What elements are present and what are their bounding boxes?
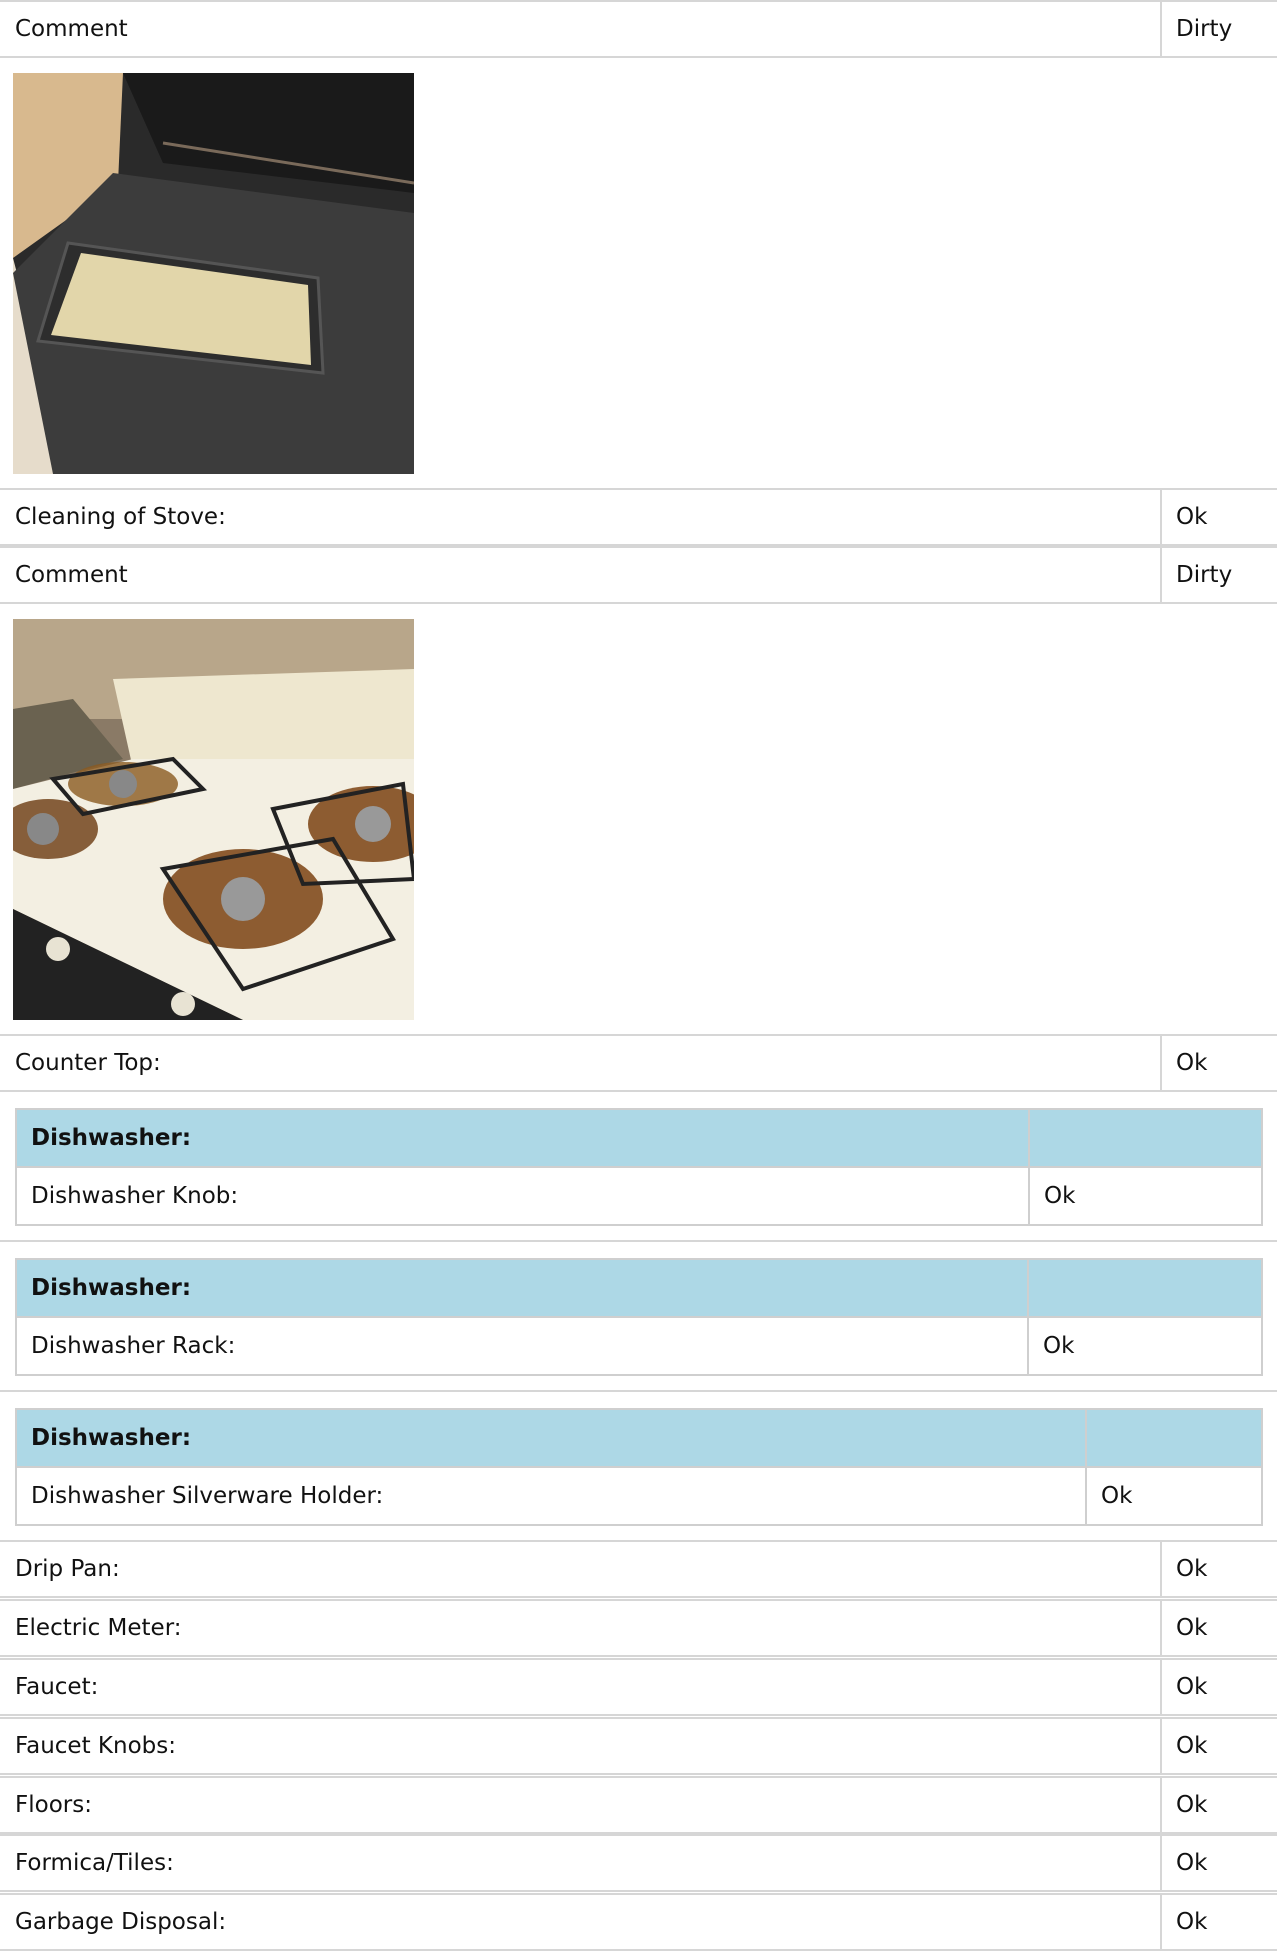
comment-row: Comment Dirty (0, 0, 1277, 58)
dishwasher-section: Dishwasher: Dishwasher Silverware Holder… (0, 1390, 1277, 1542)
row-label: Cleaning of Stove: (15, 504, 226, 530)
row-value: Ok (1028, 1168, 1261, 1224)
header-title: Dishwasher: (31, 1275, 192, 1301)
row-label: Formica/Tiles: (15, 1850, 174, 1876)
faucet-knobs-row: Faucet Knobs: Ok (0, 1717, 1277, 1775)
row-label: Dishwasher Knob: (31, 1183, 239, 1209)
dishwasher-header: Dishwasher: (17, 1410, 1261, 1468)
row-value: Ok (1027, 1318, 1261, 1374)
stove-top-photo[interactable] (13, 619, 414, 1020)
dishwasher-silverware-holder-row: Dishwasher Silverware Holder: Ok (17, 1468, 1261, 1524)
row-label: Comment (15, 16, 128, 42)
dishwasher-rack-row: Dishwasher Rack: Ok (17, 1318, 1261, 1374)
dishwasher-header: Dishwasher: (17, 1110, 1261, 1168)
row-value: Ok (1160, 490, 1277, 544)
oven-door-image (13, 73, 414, 474)
row-label: Counter Top: (15, 1050, 161, 1076)
header-divider (1028, 1110, 1030, 1166)
drip-pan-row: Drip Pan: Ok (0, 1540, 1277, 1598)
oven-door-photo[interactable] (13, 73, 414, 474)
row-label: Faucet Knobs: (15, 1733, 176, 1759)
row-value: Ok (1085, 1468, 1261, 1524)
header-divider (1027, 1260, 1029, 1316)
garbage-disposal-row: Garbage Disposal: Ok (0, 1893, 1277, 1951)
row-value: Ok (1160, 1660, 1277, 1714)
row-value: Ok (1160, 1036, 1277, 1090)
row-label: Electric Meter: (15, 1615, 182, 1641)
dishwasher-section: Dishwasher: Dishwasher Knob: Ok (0, 1090, 1277, 1242)
row-value: Ok (1160, 1895, 1277, 1949)
dishwasher-table: Dishwasher: Dishwasher Knob: Ok (15, 1108, 1263, 1226)
cleaning-of-stove-row: Cleaning of Stove: Ok (0, 488, 1277, 546)
row-value: Dirty (1160, 2, 1277, 56)
row-value: Ok (1160, 1778, 1277, 1832)
dishwasher-section: Dishwasher: Dishwasher Rack: Ok (0, 1240, 1277, 1392)
electric-meter-row: Electric Meter: Ok (0, 1599, 1277, 1657)
row-label: Dishwasher Rack: (31, 1333, 236, 1359)
faucet-row: Faucet: Ok (0, 1658, 1277, 1716)
floors-row: Floors: Ok (0, 1776, 1277, 1834)
formica-tiles-row: Formica/Tiles: Ok (0, 1834, 1277, 1892)
dishwasher-table: Dishwasher: Dishwasher Silverware Holder… (15, 1408, 1263, 1526)
row-label: Drip Pan: (15, 1556, 120, 1582)
dishwasher-knob-row: Dishwasher Knob: Ok (17, 1168, 1261, 1224)
row-value: Dirty (1160, 548, 1277, 602)
row-value: Ok (1160, 1542, 1277, 1596)
dishwasher-table: Dishwasher: Dishwasher Rack: Ok (15, 1258, 1263, 1376)
header-divider (1085, 1410, 1087, 1466)
row-label: Garbage Disposal: (15, 1909, 227, 1935)
row-label: Faucet: (15, 1674, 99, 1700)
row-value: Ok (1160, 1719, 1277, 1773)
row-value: Ok (1160, 1601, 1277, 1655)
row-label: Dishwasher Silverware Holder: (31, 1483, 384, 1509)
dishwasher-header: Dishwasher: (17, 1260, 1261, 1318)
stove-top-image (13, 619, 414, 1020)
row-label: Floors: (15, 1792, 92, 1818)
header-title: Dishwasher: (31, 1425, 192, 1451)
comment-row: Comment Dirty (0, 546, 1277, 604)
row-label: Comment (15, 562, 128, 588)
row-value: Ok (1160, 1836, 1277, 1890)
header-title: Dishwasher: (31, 1125, 192, 1151)
counter-top-row: Counter Top: Ok (0, 1034, 1277, 1092)
